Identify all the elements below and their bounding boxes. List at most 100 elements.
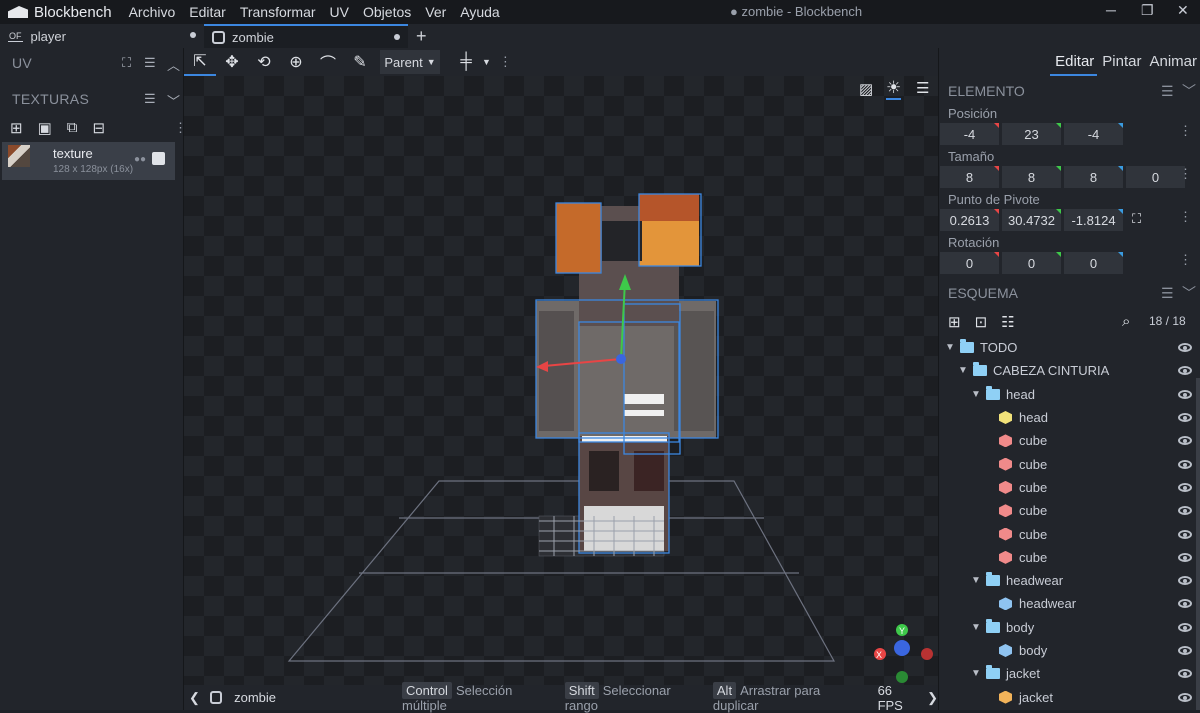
chevron-down-icon[interactable]: ﹀ [167, 91, 180, 110]
visibility-eye-icon[interactable] [1178, 506, 1192, 516]
brush-tool-icon[interactable]: ✎ [344, 48, 376, 76]
visibility-eye-icon[interactable] [1178, 692, 1192, 702]
inflate-input[interactable]: 0 [1126, 166, 1185, 188]
more-options-icon[interactable]: ⋮ [1179, 123, 1192, 139]
outliner-cube[interactable]: cube [939, 476, 1200, 499]
visibility-eye-icon[interactable] [1178, 482, 1192, 492]
outliner-cube[interactable]: cube [939, 546, 1200, 569]
size-x-input[interactable]: 8 [940, 166, 999, 188]
mode-editar[interactable]: Editar [1050, 48, 1098, 76]
chevron-down-icon[interactable]: ﹀ [1182, 81, 1196, 101]
outliner-cube[interactable]: cube [939, 522, 1200, 545]
mode-pintar[interactable]: Pintar [1097, 48, 1144, 76]
size-y-input[interactable]: 8 [1002, 166, 1061, 188]
visibility-eye-icon[interactable] [1178, 646, 1192, 655]
chevron-down-icon[interactable]: ﹀ [1182, 283, 1196, 303]
chevron-down-icon[interactable]: ▼ [969, 668, 983, 679]
visibility-eye-icon[interactable] [1178, 366, 1192, 376]
chevron-down-icon[interactable]: ▼ [482, 57, 491, 67]
chevron-down-icon[interactable]: ▼ [969, 575, 983, 586]
size-z-input[interactable]: 8 [1064, 166, 1123, 188]
visibility-eye-icon[interactable] [1178, 529, 1192, 539]
outliner-cube[interactable]: jacket [939, 685, 1200, 708]
3d-viewport[interactable]: ▨ ☀ ☰ Y X [184, 76, 938, 685]
resize-tool-icon[interactable]: ✥ [216, 48, 248, 76]
more-options-icon[interactable]: ⋮ [499, 54, 512, 70]
menu-ver[interactable]: Ver [418, 4, 453, 20]
add-texture-group-icon[interactable]: ⊟ [92, 119, 105, 137]
minimize-icon[interactable]: ─ [1106, 2, 1116, 18]
axis-navigator[interactable]: Y X [874, 624, 933, 683]
pivot-y-input[interactable]: 30.4732 [1002, 209, 1061, 231]
outliner-cube[interactable]: cube [939, 429, 1200, 452]
mode-animar[interactable]: Animar [1144, 48, 1200, 76]
outliner-scrollbar[interactable] [1196, 378, 1200, 710]
pivot-x-input[interactable]: 0.2613 [940, 209, 999, 231]
outliner-cube[interactable]: cube [939, 452, 1200, 475]
chevron-left-icon[interactable]: ❮ [189, 690, 200, 706]
create-texture-icon[interactable]: ▣ [38, 119, 52, 137]
chevron-down-icon[interactable]: ▼ [943, 342, 957, 353]
visibility-eye-icon[interactable] [1178, 576, 1192, 586]
panel-menu-icon[interactable]: ☰ [144, 55, 156, 71]
visibility-eye-icon[interactable] [1178, 389, 1192, 399]
outliner-group[interactable]: ▼ headwear [939, 569, 1200, 592]
visibility-eye-icon[interactable] [1178, 669, 1192, 679]
move-tool-icon[interactable]: ⇱ [184, 48, 216, 76]
outliner-cube[interactable]: head [939, 406, 1200, 429]
menu-editar[interactable]: Editar [182, 4, 233, 20]
new-tab-button[interactable]: + [416, 26, 427, 47]
panel-menu-icon[interactable]: ☰ [1161, 83, 1174, 100]
visibility-eye-icon[interactable] [1178, 552, 1192, 562]
chevron-down-icon[interactable]: ▼ [969, 389, 983, 400]
search-icon[interactable]: ⌕ [1122, 313, 1130, 330]
more-options-icon[interactable]: ⋮ [1179, 166, 1192, 182]
visibility-eye-icon[interactable] [1178, 459, 1192, 469]
add-cube-icon[interactable]: ⊞ [948, 313, 961, 331]
menu-archivo[interactable]: Archivo [122, 4, 183, 20]
outliner-group[interactable]: ▼ CABEZA CINTURIA [939, 359, 1200, 382]
outliner-group[interactable]: ▼ body [939, 616, 1200, 639]
vertex-snap-icon[interactable]: ⌒ [312, 48, 344, 76]
panel-menu-icon[interactable]: ☰ [144, 91, 156, 107]
visibility-eye-icon[interactable] [1178, 599, 1192, 609]
position-z-input[interactable]: -4 [1064, 123, 1123, 145]
menu-transformar[interactable]: Transformar [233, 4, 323, 20]
outliner-cube[interactable]: headwear [939, 592, 1200, 615]
center-pivot-icon[interactable]: ⛶ [1132, 211, 1141, 231]
add-group-icon[interactable]: ⊡ [975, 313, 988, 331]
collapse-all-icon[interactable]: ☷ [1001, 313, 1014, 331]
texture-item[interactable]: texture 128 x 128px (16x) ●● [2, 142, 175, 180]
fullscreen-icon[interactable]: ⛶ [122, 55, 131, 71]
transform-space-dropdown[interactable]: Parent ▼ [380, 50, 440, 74]
import-texture-icon[interactable]: ⊞ [10, 119, 23, 137]
chevron-down-icon[interactable]: ▼ [956, 365, 970, 376]
visibility-eye-icon[interactable] [1178, 413, 1192, 423]
outliner-group[interactable]: ▼ TODO [939, 336, 1200, 359]
restore-icon[interactable]: ❐ [1141, 2, 1154, 19]
pivot-z-input[interactable]: -1.8124 [1064, 209, 1123, 231]
tab-zombie[interactable]: zombie [204, 24, 408, 48]
menu-uv[interactable]: UV [323, 4, 356, 20]
close-icon[interactable]: ✕ [1177, 2, 1189, 19]
menu-objetos[interactable]: Objetos [356, 4, 418, 20]
app-logo[interactable]: Blockbench [8, 4, 112, 21]
more-options-icon[interactable]: ⋮ [1179, 209, 1192, 225]
texture-folder-icon[interactable]: ⧉ [67, 119, 78, 137]
rotation-x-input[interactable]: 0 [940, 252, 999, 274]
chevron-up-icon[interactable]: ︿ [167, 55, 180, 74]
chevron-down-icon[interactable]: ▼ [969, 622, 983, 633]
visibility-eye-icon[interactable] [1178, 622, 1192, 632]
rotate-tool-icon[interactable]: ⟲ [248, 48, 280, 76]
visibility-eye-icon[interactable] [1178, 343, 1192, 353]
outliner-group[interactable]: ▼ jacket [939, 662, 1200, 685]
chevron-right-icon[interactable]: ❯ [927, 690, 938, 706]
position-y-input[interactable]: 23 [1002, 123, 1061, 145]
outliner-cube[interactable]: cube [939, 499, 1200, 522]
panel-menu-icon[interactable]: ☰ [1161, 285, 1174, 302]
visibility-eye-icon[interactable] [1178, 436, 1192, 446]
more-options-icon[interactable]: ⋮ [1179, 252, 1192, 268]
position-x-input[interactable]: -4 [940, 123, 999, 145]
rotation-y-input[interactable]: 0 [1002, 252, 1061, 274]
menu-ayuda[interactable]: Ayuda [453, 4, 506, 20]
